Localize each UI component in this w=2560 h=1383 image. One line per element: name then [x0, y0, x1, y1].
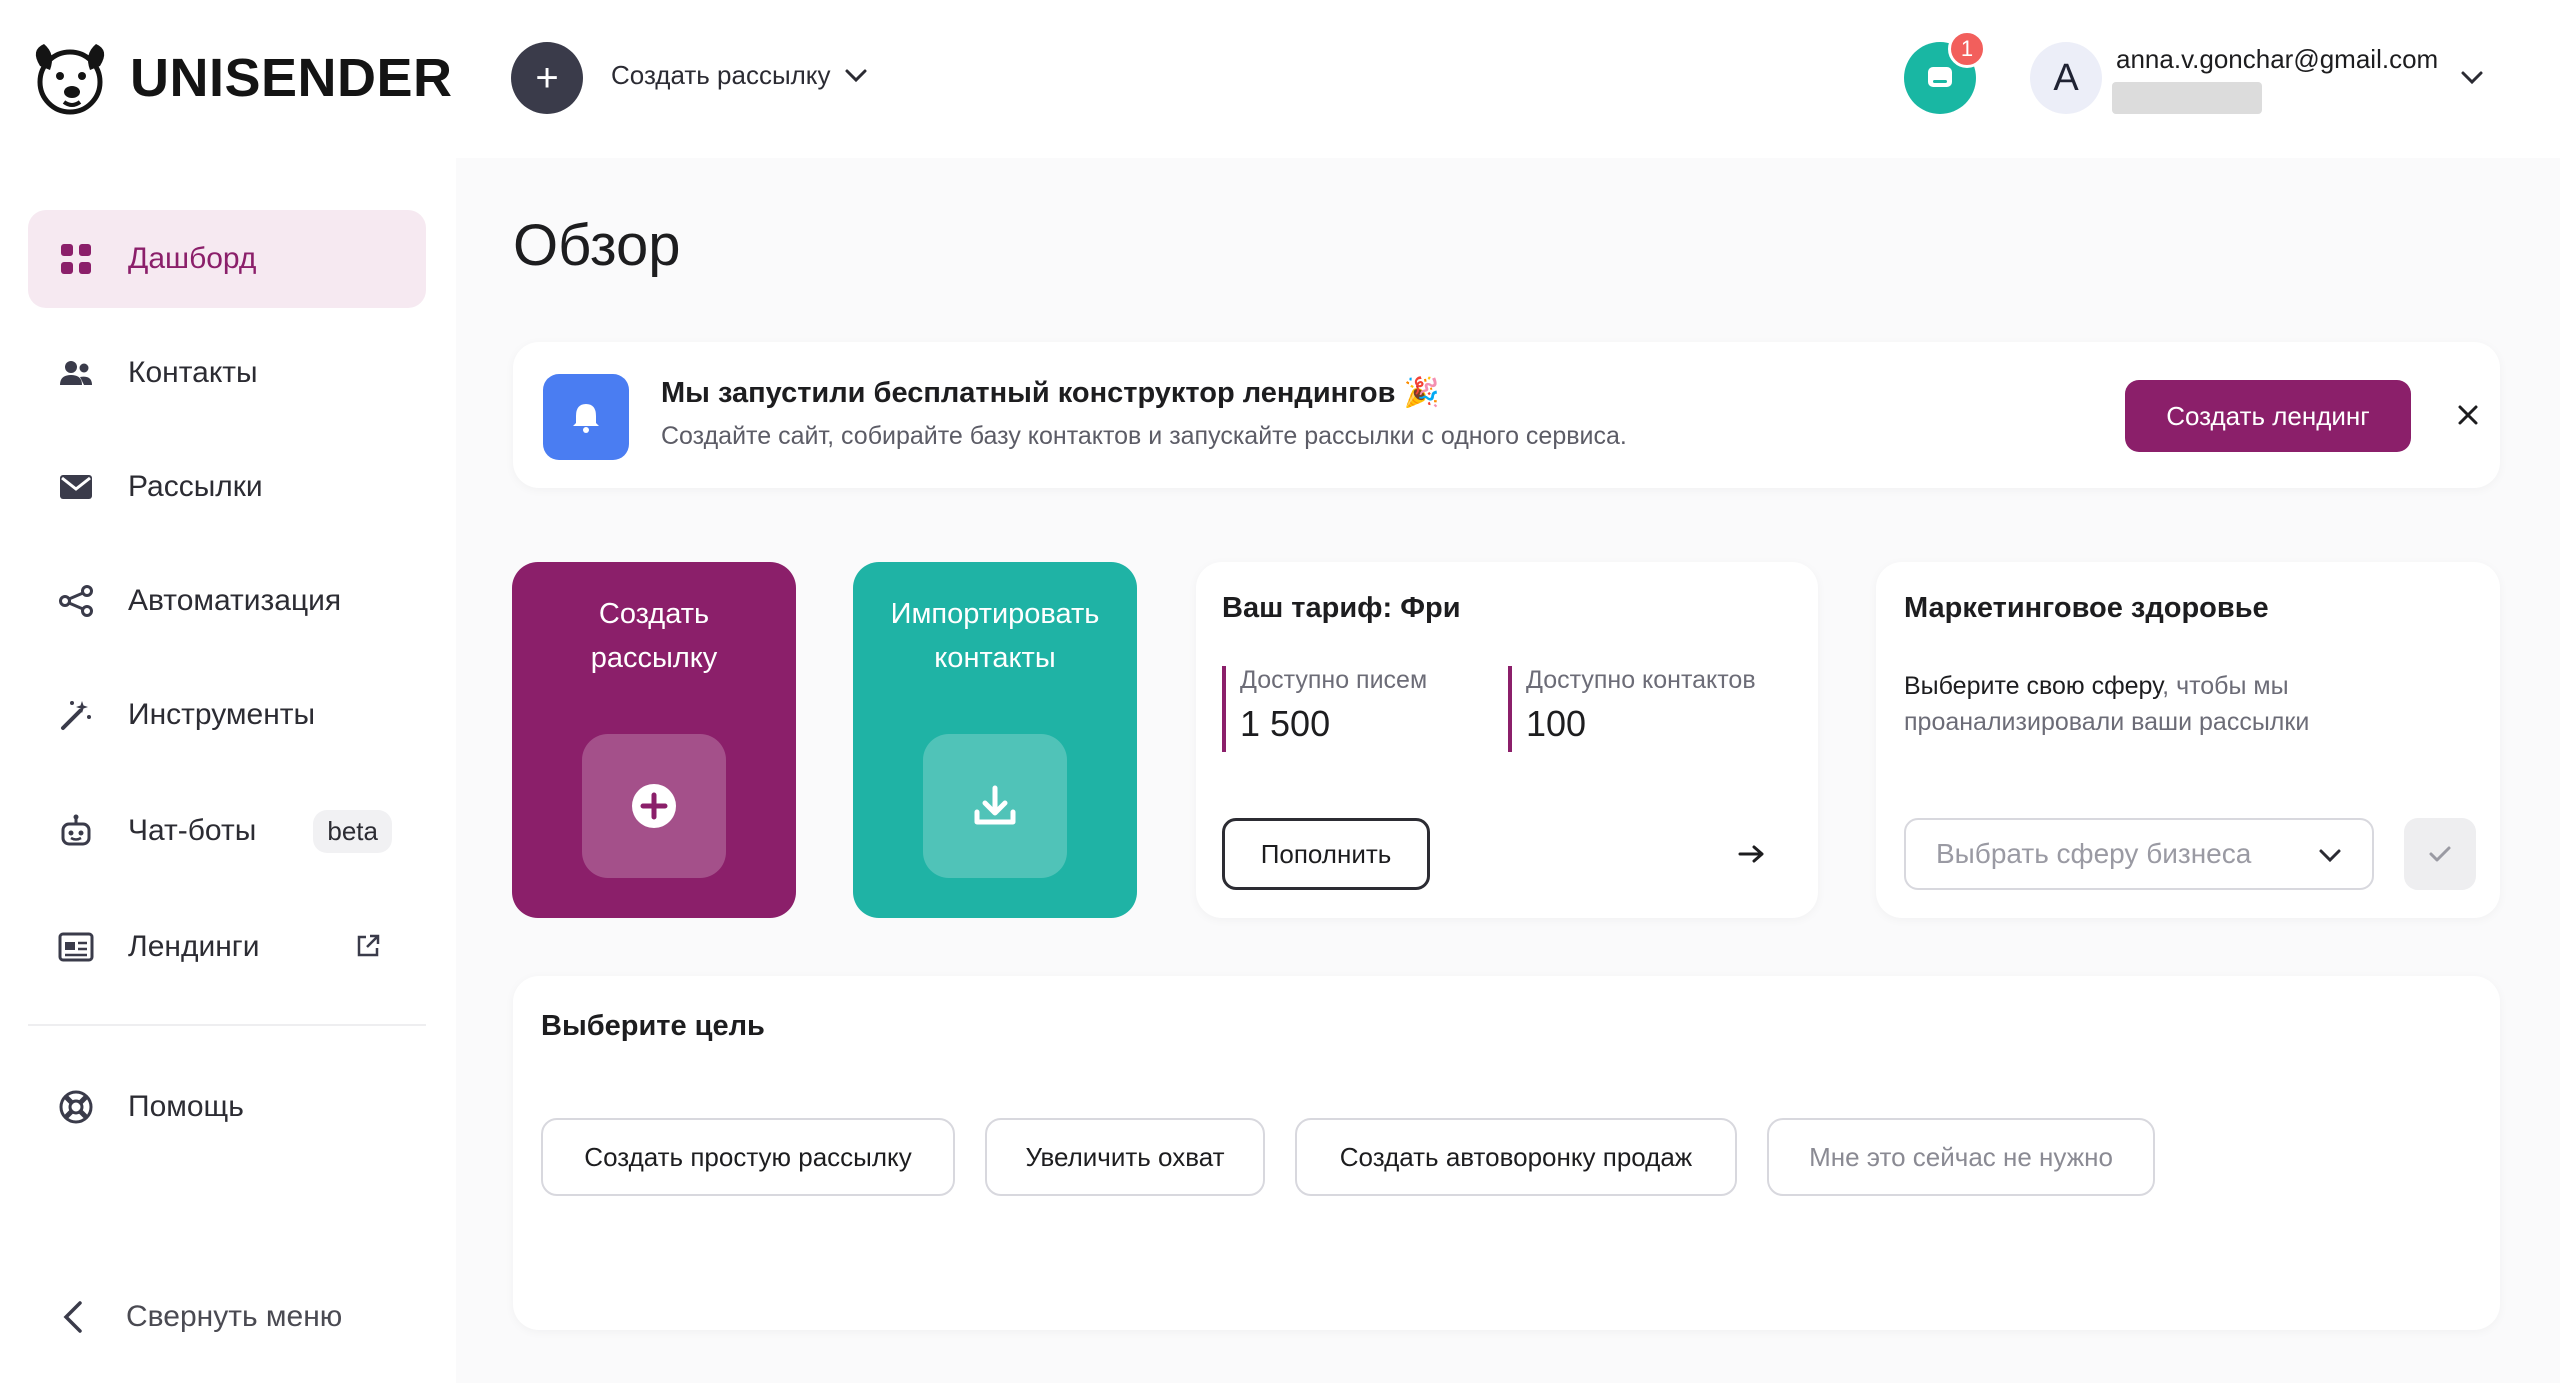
letters-stat: Доступно писем 1 500 [1222, 666, 1427, 752]
arrow-right-icon [1738, 845, 1764, 863]
collapse-menu-label: Свернуть меню [126, 1300, 343, 1333]
health-title: Маркетинговое здоровье [1904, 592, 2269, 624]
chevron-down-icon [845, 69, 867, 82]
mail-icon [60, 475, 92, 499]
sidebar-item-label: Автоматизация [128, 584, 342, 617]
tariff-details-button[interactable] [1716, 818, 1788, 890]
lifebuoy-icon [59, 1090, 93, 1124]
goal-title: Выберите цель [541, 1010, 765, 1042]
dashboard-icon [61, 244, 91, 274]
contacts-label: Доступно контактов [1526, 666, 1756, 694]
tariff-title: Ваш тариф: Фри [1222, 592, 1461, 624]
create-campaign-card-label: Создать рассылку [590, 598, 718, 674]
collapse-menu-button[interactable]: Свернуть меню [62, 1300, 342, 1334]
landing-page-icon [58, 932, 94, 962]
top-header: UNISENDER + Создать рассылку 1 A anna.v.… [0, 0, 2560, 158]
letters-label: Доступно писем [1240, 666, 1428, 694]
import-contacts-card[interactable]: Импортировать контакты [853, 562, 1137, 918]
plus-circle-icon [582, 734, 726, 878]
goal-simple-mailing-button[interactable]: Создать простую рассылку [541, 1118, 955, 1196]
create-campaign-label: Создать рассылку [611, 60, 831, 90]
sidebar: Дашборд Контакты Рассылки Автоматизация [0, 158, 456, 1383]
create-landing-button[interactable]: Создать лендинг [2125, 380, 2411, 452]
sidebar-item-label: Дашборд [128, 242, 257, 275]
banner-title: Мы запустили бесплатный конструктор ленд… [661, 377, 1440, 409]
chevron-left-icon [63, 1301, 82, 1333]
user-email[interactable]: anna.v.gonchar@gmail.com [2116, 44, 2438, 75]
redacted-account-info [2112, 82, 2262, 114]
letters-value: 1 500 [1240, 703, 1331, 744]
avatar[interactable]: A [2030, 42, 2102, 114]
create-campaign-card[interactable]: Создать рассылку [512, 562, 796, 918]
sidebar-item-automation[interactable]: Автоматизация [28, 552, 426, 650]
contacts-icon [60, 361, 92, 385]
download-icon [923, 734, 1067, 878]
business-sphere-placeholder: Выбрать сферу бизнеса [1936, 838, 2252, 869]
goal-sales-funnel-button[interactable]: Создать автоворонку продаж [1295, 1118, 1737, 1196]
logo-text: UNISENDER [130, 48, 453, 108]
sidebar-item-label: Рассылки [128, 470, 263, 503]
robot-icon [61, 814, 91, 846]
banner-text: Создайте сайт, собирайте базу контактов … [661, 422, 1627, 450]
business-sphere-select[interactable]: Выбрать сферу бизнеса [1904, 818, 2374, 890]
sidebar-item-tools[interactable]: Инструменты [28, 666, 426, 764]
sidebar-item-help[interactable]: Помощь [28, 1058, 426, 1156]
confirm-sphere-button[interactable] [2404, 818, 2476, 890]
notifications-badge: 1 [1948, 30, 1986, 68]
sidebar-item-dashboard[interactable]: Дашборд [28, 210, 426, 308]
sidebar-divider [28, 1024, 426, 1026]
tariff-card: Ваш тариф: Фри Доступно писем 1 500 Дост… [1196, 562, 1818, 918]
dog-logo-icon [35, 44, 105, 115]
chevron-down-icon [2319, 849, 2341, 863]
health-description: Выберите свою сферу, чтобы мы проанализи… [1904, 672, 2310, 736]
sidebar-item-label: Лендинги [128, 930, 260, 963]
chevron-down-icon[interactable] [2460, 70, 2484, 86]
import-contacts-card-label: Импортировать контакты [890, 598, 1100, 674]
automation-icon [59, 585, 93, 617]
magic-wand-icon [61, 701, 91, 730]
create-campaign-dropdown[interactable]: Создать рассылку [611, 60, 868, 91]
goal-panel: Выберите цель Создать простую рассылку У… [513, 976, 2500, 1330]
sidebar-item-label: Чат-боты [128, 814, 257, 847]
sidebar-item-contacts[interactable]: Контакты [28, 324, 426, 422]
sidebar-item-chatbots[interactable]: Чат-боты beta [28, 782, 426, 880]
sidebar-item-label: Инструменты [128, 698, 316, 731]
sidebar-item-mailings[interactable]: Рассылки [28, 438, 426, 536]
close-icon[interactable] [2457, 404, 2479, 426]
page-title: Обзор [513, 213, 681, 278]
landing-promo-banner: Мы запустили бесплатный конструктор ленд… [513, 342, 2500, 488]
beta-badge: beta [313, 810, 392, 853]
sidebar-item-label: Контакты [128, 356, 258, 389]
sidebar-item-label: Помощь [128, 1090, 244, 1123]
contacts-stat: Доступно контактов 100 [1508, 666, 1756, 752]
chat-icon [1928, 67, 1952, 87]
plus-icon: + [535, 56, 559, 100]
external-link-icon [357, 934, 380, 957]
contacts-value: 100 [1526, 703, 1587, 744]
goal-increase-reach-button[interactable]: Увеличить охват [985, 1118, 1265, 1196]
goal-not-needed-button[interactable]: Мне это сейчас не нужно [1767, 1118, 2155, 1196]
logo[interactable]: UNISENDER [26, 36, 453, 120]
bell-icon [543, 374, 629, 460]
create-campaign-plus-button[interactable]: + [511, 42, 583, 114]
topup-button[interactable]: Пополнить [1222, 818, 1430, 890]
marketing-health-card: Маркетинговое здоровье Выберите свою сфе… [1876, 562, 2500, 918]
check-icon [2429, 846, 2451, 862]
sidebar-item-landings[interactable]: Лендинги [28, 898, 426, 996]
